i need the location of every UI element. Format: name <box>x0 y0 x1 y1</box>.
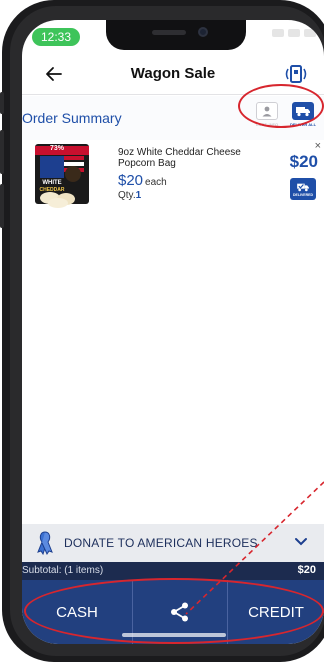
annotation-circle-top <box>238 84 324 128</box>
page-title: Wagon Sale <box>130 65 216 82</box>
subtotal-label: Subtotal: (1 items) <box>22 565 104 576</box>
item-quantity[interactable]: Qty.1 <box>118 190 141 201</box>
thumb-banner-text: 73% <box>50 145 65 152</box>
item-total: $20 <box>289 152 318 171</box>
deliver-item-button[interactable]: DELIVERED <box>290 178 316 200</box>
truck-check-icon <box>297 183 309 191</box>
status-indicators <box>272 29 316 37</box>
volume-down-button <box>0 184 4 228</box>
camera <box>198 27 208 37</box>
order-item: 73% WHITE CHEDDAR 9oz White Cheddar Chee… <box>22 140 324 230</box>
thumb-brand-bottom: CHEDDAR <box>39 187 65 193</box>
qty-value: 1 <box>135 190 142 201</box>
card-reader-icon[interactable] <box>282 64 310 84</box>
subtotal-value: $20 <box>297 564 316 576</box>
order-summary-title: Order Summary <box>22 110 122 126</box>
each-label: each <box>145 177 167 188</box>
ribbon-icon <box>37 531 53 556</box>
chevron-down-icon[interactable] <box>294 537 308 547</box>
annotation-circle-bottom <box>24 578 324 644</box>
mute-switch <box>0 92 4 114</box>
volume-up-button <box>0 130 4 174</box>
status-time: 12:33 <box>32 28 80 46</box>
camera-notch <box>106 20 246 50</box>
qty-label: Qty. <box>118 190 136 201</box>
donate-label: DONATE TO AMERICAN HEROES <box>64 536 258 550</box>
speaker <box>152 30 186 35</box>
remove-item-icon[interactable]: × <box>315 140 321 152</box>
popcorn-bag-image <box>35 144 89 208</box>
item-name: 9oz White Cheddar Cheese Popcorn Bag <box>118 147 241 169</box>
donate-bar[interactable]: DONATE TO AMERICAN HEROES <box>22 524 324 562</box>
thumb-brand-top: WHITE <box>42 180 62 186</box>
unit-price-value: $20 <box>118 172 144 189</box>
item-unit-price: $20 each <box>118 172 167 190</box>
deliver-item-label: DELIVERED <box>292 192 314 197</box>
